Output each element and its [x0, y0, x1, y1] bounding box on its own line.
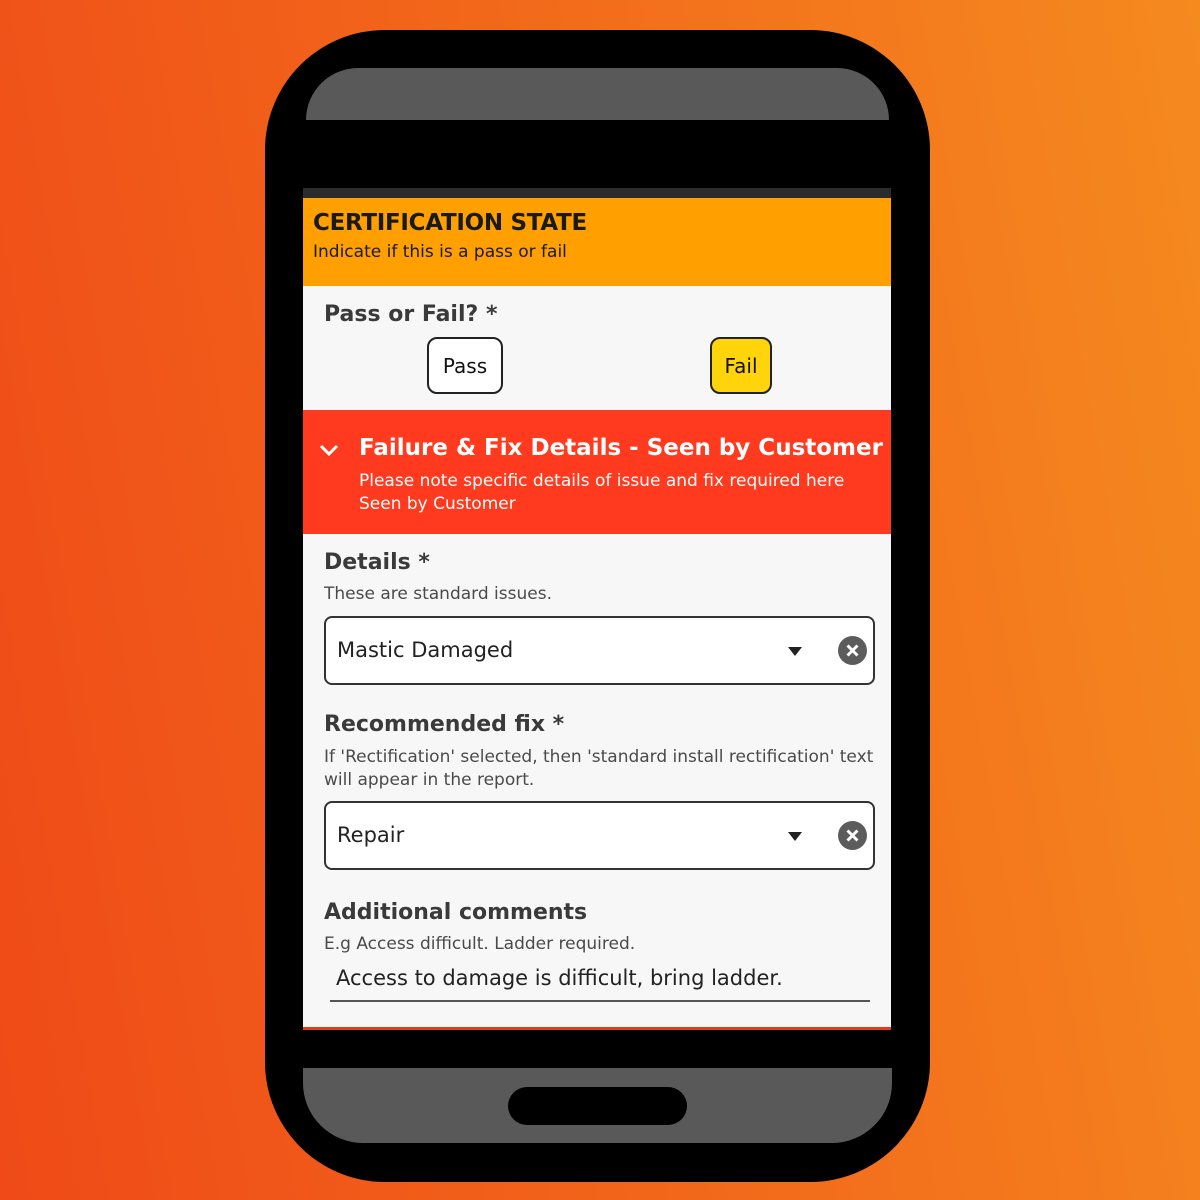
recommended-fix-field: Recommended fix * If 'Rectification' sel… [303, 704, 891, 894]
recommended-fix-label: Recommended fix * [324, 712, 565, 737]
pass-fail-label: Pass or Fail? * [324, 302, 498, 327]
recommended-fix-hint: If 'Rectification' selected, then 'stand… [324, 747, 874, 790]
details-hint: These are standard issues. [324, 584, 552, 604]
failure-subtitle-line-1: Please note specific details of issue an… [359, 471, 845, 491]
certification-subtitle: Indicate if this is a pass or fail [313, 242, 567, 262]
details-label: Details * [324, 550, 430, 575]
app-screen: CERTIFICATION STATE Indicate if this is … [303, 188, 891, 1030]
details-field: Details * These are standard issues. Mas… [303, 534, 891, 704]
failure-section-subtitle: Please note specific details of issue an… [359, 470, 879, 516]
failure-subtitle-line-2: Seen by Customer [359, 494, 516, 514]
failure-section-title: Failure & Fix Details - Seen by Customer [359, 435, 883, 461]
caret-down-icon[interactable] [788, 647, 802, 656]
pass-button[interactable]: Pass [427, 337, 503, 394]
additional-comments-label: Additional comments [324, 900, 588, 925]
certification-header: CERTIFICATION STATE Indicate if this is … [303, 198, 891, 286]
fail-button[interactable]: Fail [710, 337, 772, 394]
additional-comments-hint: E.g Access difficult. Ladder required. [324, 934, 636, 954]
certification-title: CERTIFICATION STATE [313, 210, 587, 236]
failure-section-header[interactable]: Failure & Fix Details - Seen by Customer… [303, 410, 891, 534]
details-select[interactable]: Mastic Damaged [324, 616, 875, 685]
chevron-down-icon[interactable] [318, 442, 340, 458]
details-selected-value: Mastic Damaged [337, 638, 514, 662]
phone-top-bezel [306, 68, 889, 120]
additional-comments-field: Additional comments E.g Access difficult… [303, 894, 891, 1024]
home-button[interactable] [508, 1087, 687, 1125]
clear-circle-icon[interactable] [838, 821, 867, 850]
caret-down-icon[interactable] [788, 832, 802, 841]
recommended-fix-selected-value: Repair [337, 823, 405, 847]
additional-comments-input[interactable]: Access to damage is difficult, bring lad… [330, 962, 870, 1002]
pass-fail-section: Pass or Fail? * Pass Fail [303, 286, 891, 410]
additional-comments-value: Access to damage is difficult, bring lad… [336, 966, 783, 990]
recommended-fix-select[interactable]: Repair [324, 801, 875, 870]
clear-circle-icon[interactable] [838, 636, 867, 665]
